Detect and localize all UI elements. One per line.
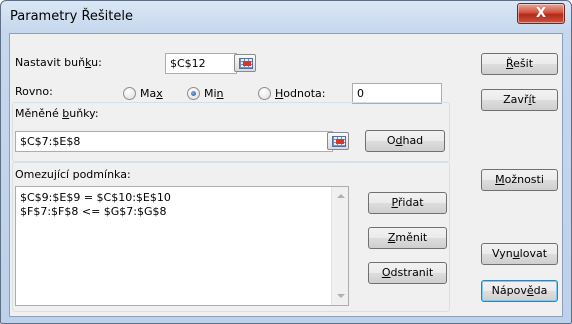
value-input[interactable]: 0 bbox=[352, 83, 442, 104]
add-button[interactable]: Přidat bbox=[368, 192, 447, 214]
change-button[interactable]: Změnit bbox=[368, 227, 447, 249]
solver-dialog: Parametry Řešitele X Nastavit buňku: $C$… bbox=[0, 0, 572, 324]
window-title: Parametry Řešitele bbox=[10, 9, 133, 24]
delete-button[interactable]: Odstranit bbox=[368, 262, 447, 284]
constraint-item[interactable]: $C$9:$E$9 = $C$10:$E$10 bbox=[20, 191, 171, 204]
target-cell-collapse-button[interactable] bbox=[234, 54, 256, 72]
radio-min-label: Min bbox=[204, 87, 224, 100]
guess-button[interactable]: Odhad bbox=[365, 130, 445, 152]
target-cell-label: Nastavit buňku: bbox=[15, 56, 102, 69]
target-cell-input[interactable]: $C$12 bbox=[165, 53, 237, 74]
reset-button[interactable]: Vynulovat bbox=[481, 243, 558, 265]
constraints-label: Omezující podmínka: bbox=[15, 168, 131, 181]
close-button[interactable]: Zavřít bbox=[481, 89, 558, 111]
close-icon: X bbox=[535, 6, 547, 21]
constraints-scrollbar[interactable] bbox=[331, 187, 348, 305]
changing-cells-label: Měněné buňky: bbox=[15, 107, 99, 120]
solve-button[interactable]: Řešit bbox=[481, 53, 558, 75]
options-button[interactable]: Možnosti bbox=[481, 169, 558, 191]
scroll-down-icon[interactable] bbox=[337, 294, 345, 298]
radio-value-label: Hodnota: bbox=[275, 87, 326, 100]
equal-to-label: Rovno: bbox=[15, 85, 53, 98]
title-bar: Parametry Řešitele X bbox=[1, 1, 571, 33]
changing-cells-collapse-button[interactable] bbox=[327, 132, 349, 150]
scroll-up-icon[interactable] bbox=[337, 194, 345, 198]
radio-max-label: Max bbox=[140, 87, 163, 100]
constraints-list[interactable]: $C$9:$E$9 = $C$10:$E$10 $F$7:$F$8 <= $G$… bbox=[15, 186, 349, 306]
radio-max[interactable] bbox=[123, 87, 136, 100]
changing-cells-input[interactable]: $C$7:$E$8 bbox=[15, 131, 333, 152]
help-button[interactable]: Nápověda bbox=[481, 280, 558, 302]
close-window-button[interactable]: X bbox=[517, 3, 565, 24]
constraint-item[interactable]: $F$7:$F$8 <= $G$7:$G$8 bbox=[20, 205, 167, 218]
radio-min[interactable] bbox=[187, 87, 200, 100]
dialog-body: Nastavit buňku: $C$12 Rovno: Max Min Hod… bbox=[9, 33, 563, 317]
radio-value[interactable] bbox=[258, 87, 271, 100]
